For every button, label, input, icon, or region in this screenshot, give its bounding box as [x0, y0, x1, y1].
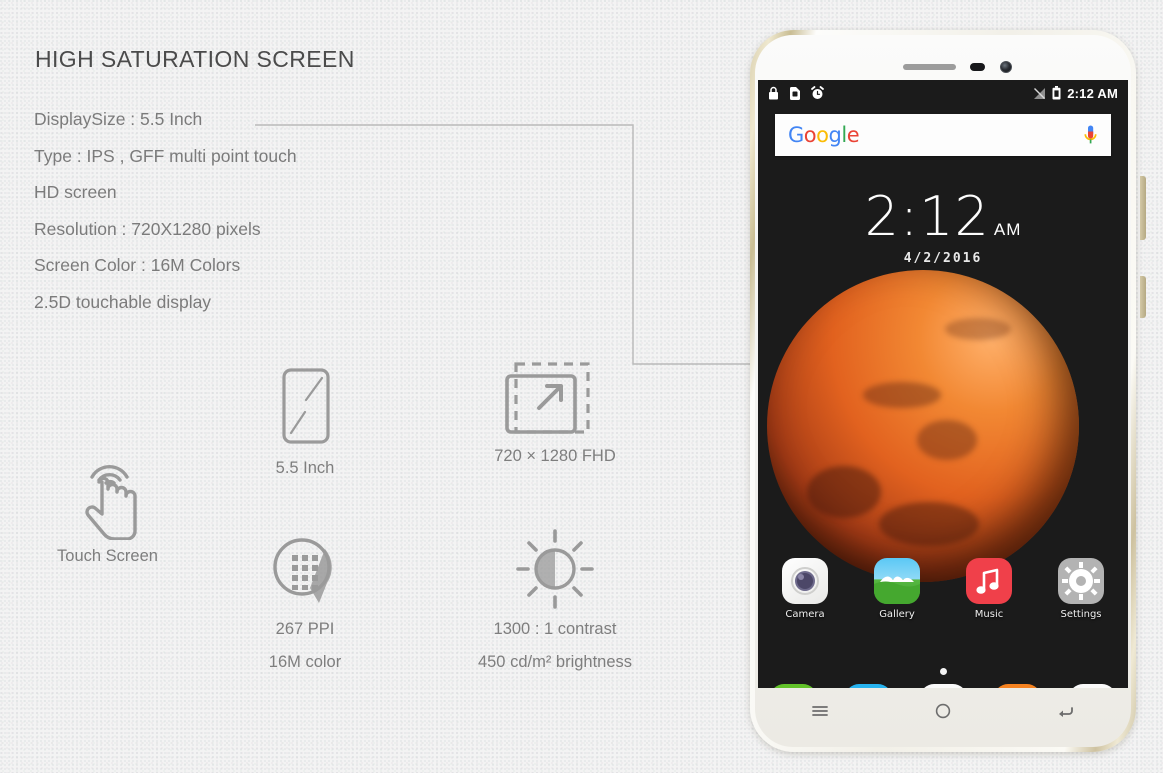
gallery-app-icon [874, 558, 920, 604]
spec-line-resolution: Resolution : 720X1280 pixels [34, 218, 261, 239]
battery-icon [1052, 86, 1061, 100]
status-bar-left-icons [768, 86, 824, 100]
home-screen-app-row: Camera Gallery Music Settings [772, 558, 1114, 620]
brightness-sun-icon [516, 529, 594, 609]
phone-screen: 2:12 AM Google 2:12 AM 4/2/2016 Camera G… [758, 80, 1128, 688]
app-gallery[interactable]: Gallery [864, 558, 930, 620]
feature-resolution-label: 720 × 1280 FHD [494, 447, 616, 465]
status-bar-right-icons: 2:12 AM [1033, 86, 1118, 101]
sim-card-icon [790, 87, 800, 100]
spec-line-hd-screen: HD screen [34, 182, 117, 202]
feature-ppi-label: 267 PPI [275, 620, 335, 638]
clock-time-row: 2:12 AM [758, 190, 1128, 244]
page-title: HIGH SATURATION SCREEN [35, 46, 355, 72]
touch-screen-icon [84, 464, 137, 540]
spec-list: DisplaySize : 5.5 Inch Type : IPS , GFF … [34, 101, 654, 320]
navigation-bar [758, 690, 1128, 732]
clock-date: 4/2/2016 [903, 251, 983, 266]
feature-screen-size: 5.5 Inch [205, 360, 405, 485]
app-camera[interactable]: Camera [772, 558, 838, 620]
settings-app-icon [1058, 558, 1104, 604]
contacts-icon[interactable] [994, 684, 1042, 688]
browser-globe-icon[interactable] [1069, 684, 1116, 688]
proximity-sensor-icon [970, 63, 985, 71]
feature-color-label: 16M color [268, 653, 342, 671]
app-settings[interactable]: Settings [1048, 558, 1114, 620]
lock-icon [769, 86, 778, 100]
app-gallery-label: Gallery [879, 609, 915, 620]
clock-ampm: AM [993, 220, 1022, 239]
app-settings-label: Settings [1060, 609, 1102, 620]
earpiece-speaker-icon [903, 64, 956, 70]
menu-icon[interactable] [810, 704, 830, 718]
clock-widget[interactable]: 2:12 AM 4/2/2016 [758, 190, 1128, 267]
page-indicator-dot[interactable] [939, 668, 947, 675]
signal-off-icon [1034, 87, 1046, 99]
clock-time: 2:12 [864, 185, 990, 248]
phone-device-mockup: 2:12 AM Google 2:12 AM 4/2/2016 Camera G… [742, 22, 1148, 764]
feature-brightness-label: 450 cd/m² brightness [477, 653, 633, 671]
spec-line-2-5d-display: 2.5D touchable display [34, 291, 212, 312]
feature-resolution: 720 × 1280 FHD [440, 358, 670, 473]
screen-diagonal-icon [282, 368, 330, 444]
phone-dialer-icon[interactable] [770, 684, 817, 688]
music-app-icon [966, 558, 1012, 604]
front-camera-icon [1000, 61, 1012, 73]
pixel-density-icon [273, 538, 332, 603]
feature-screen-size-label: 5.5 Inch [275, 459, 335, 477]
alarm-clock-icon [811, 86, 824, 99]
google-logo: Google [788, 123, 860, 147]
resolution-expand-icon [504, 362, 590, 434]
app-camera-label: Camera [785, 609, 825, 620]
messages-icon[interactable] [844, 684, 892, 688]
product-spec-infographic: HIGH SATURATION SCREEN DisplaySize : 5.5… [0, 0, 1163, 773]
spec-line-display-size: DisplaySize : 5.5 Inch [34, 109, 203, 129]
feature-brightness: 1300 : 1 contrast 450 cd/m² brightness [435, 525, 675, 679]
back-icon[interactable] [1056, 704, 1076, 719]
microphone-icon[interactable] [1083, 124, 1098, 146]
google-search-widget[interactable]: Google [775, 114, 1111, 156]
status-bar-clock: 2:12 AM [1067, 85, 1118, 101]
dock [770, 684, 1116, 688]
feature-pixel-density: 267 PPI 16M color [205, 525, 405, 679]
feature-contrast-label: 1300 : 1 contrast [493, 620, 617, 638]
spec-line-type: Type : IPS , GFF multi point touch [34, 145, 297, 166]
home-icon[interactable] [934, 702, 952, 720]
feature-touch-screen-label: Touch Screen [57, 547, 158, 565]
camera-app-icon [782, 558, 828, 604]
app-music[interactable]: Music [956, 558, 1022, 620]
feature-touch-screen: Touch Screen [10, 448, 205, 573]
app-music-label: Music [974, 609, 1004, 620]
spec-line-screen-color: Screen Color : 16M Colors [34, 255, 241, 275]
status-bar: 2:12 AM [758, 80, 1128, 106]
volume-button[interactable] [1140, 176, 1146, 240]
app-drawer-icon[interactable] [919, 684, 967, 688]
power-button[interactable] [1140, 276, 1146, 318]
mars-wallpaper [767, 270, 1079, 582]
